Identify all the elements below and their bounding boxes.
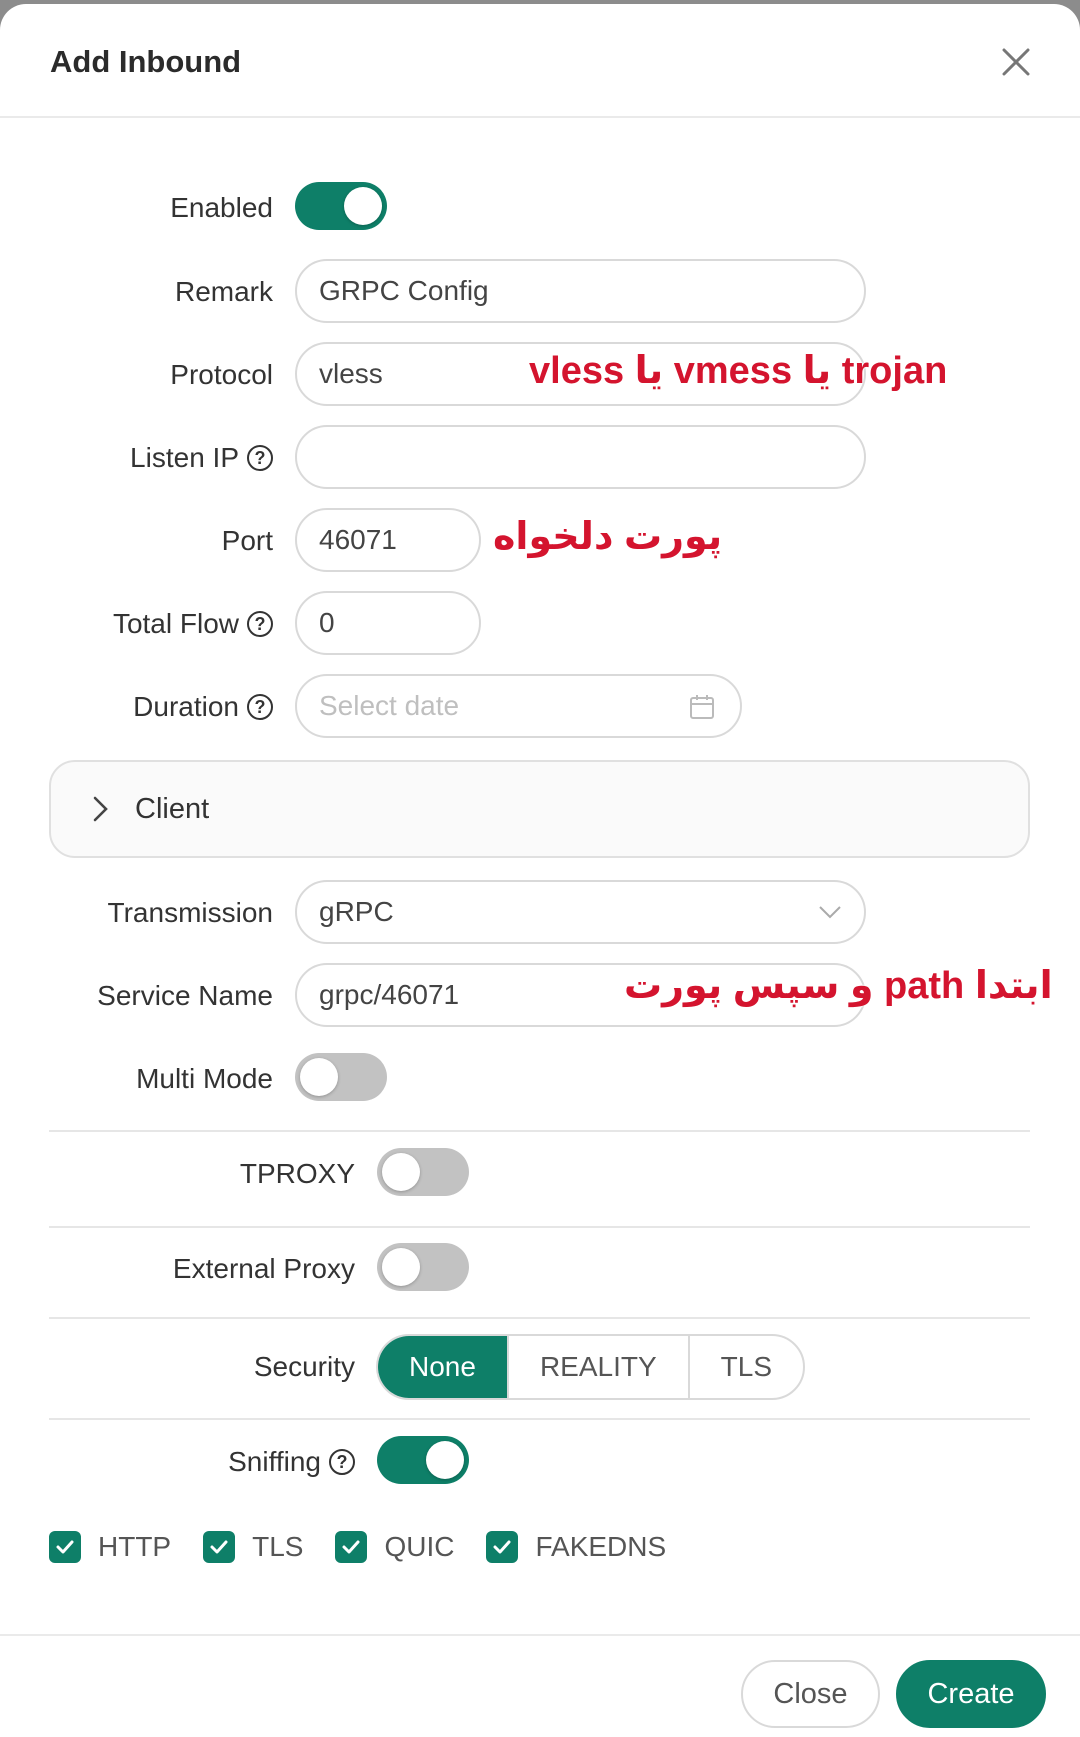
- divider: [49, 1130, 1030, 1132]
- transmission-value: gRPC: [319, 896, 394, 927]
- sniffing-checkbox-fakedns[interactable]: FAKEDNS: [486, 1527, 666, 1567]
- client-collapse-header[interactable]: Client: [49, 760, 1030, 858]
- security-option-tls[interactable]: TLS: [687, 1336, 803, 1398]
- total-flow-label: Total Flow: [112, 608, 239, 639]
- protocol-row: Protocol vless trojan یا vmess یا vless: [0, 342, 1080, 408]
- security-option-none[interactable]: None: [378, 1336, 507, 1398]
- external-proxy-row: External Proxy: [0, 1236, 1080, 1302]
- sniffing-options: HTTP TLS QUIC FAKEDNS: [49, 1527, 698, 1567]
- external-proxy-label: External Proxy: [172, 1253, 355, 1284]
- port-input[interactable]: 46071: [295, 508, 481, 572]
- port-annotation: پورت دلخواه: [493, 516, 723, 558]
- footer-divider: [0, 1634, 1080, 1636]
- duration-label-group: Duration ?: [133, 674, 273, 740]
- listen-ip-label-group: Listen IP ?: [130, 425, 273, 491]
- checkbox-label: TLS: [252, 1531, 304, 1562]
- listen-ip-label: Listen IP: [130, 442, 239, 473]
- sniffing-checkbox-tls[interactable]: TLS: [203, 1527, 303, 1567]
- client-label: Client: [135, 793, 210, 825]
- protocol-annotation: trojan یا vmess یا vless: [529, 350, 948, 392]
- toggle-knob: [344, 187, 382, 225]
- protocol-label: Protocol: [170, 359, 273, 390]
- remark-row: Remark GRPC Config: [0, 259, 1080, 325]
- question-circle-icon[interactable]: ?: [247, 694, 273, 720]
- sniffing-toggle[interactable]: [377, 1436, 469, 1484]
- enabled-toggle[interactable]: [295, 182, 387, 230]
- calendar-icon: [690, 695, 714, 719]
- checkbox-label: HTTP: [98, 1531, 172, 1562]
- duration-label: Duration: [133, 691, 239, 722]
- chevron-right-icon: [93, 796, 108, 822]
- chevron-down-icon: [819, 906, 841, 919]
- dialog-title: Add Inbound: [50, 44, 242, 79]
- transmission-select[interactable]: gRPC: [295, 880, 866, 944]
- total-flow-row: Total Flow ? 0: [0, 591, 1080, 657]
- remark-label: Remark: [174, 276, 273, 307]
- multi-mode-row: Multi Mode: [0, 1046, 1080, 1112]
- dialog-header: Add Inbound: [0, 4, 1080, 118]
- duration-row: Duration ? Select date: [0, 674, 1080, 740]
- transmission-label: Transmission: [107, 897, 273, 928]
- toggle-knob: [382, 1153, 420, 1191]
- service-name-row: Service Name grpc/46071 ابتدا path و سپس…: [0, 963, 1080, 1029]
- check-icon: [486, 1531, 519, 1563]
- sniffing-row: Sniffing ?: [0, 1429, 1080, 1495]
- question-circle-icon[interactable]: ?: [247, 445, 273, 471]
- service-name-annotation: ابتدا path و سپس پورت: [624, 965, 1053, 1007]
- port-row: Port 46071 پورت دلخواه: [0, 508, 1080, 574]
- multi-mode-label: Multi Mode: [136, 1063, 273, 1094]
- multi-mode-toggle[interactable]: [295, 1053, 387, 1101]
- security-option-reality[interactable]: REALITY: [506, 1336, 688, 1398]
- security-row: Security None REALITY TLS: [0, 1334, 1080, 1400]
- remark-input[interactable]: GRPC Config: [295, 259, 866, 323]
- question-circle-icon[interactable]: ?: [247, 611, 273, 637]
- tproxy-label: TPROXY: [239, 1158, 355, 1189]
- security-label: Security: [253, 1351, 355, 1382]
- toggle-knob: [300, 1058, 338, 1096]
- checkbox-label: QUIC: [384, 1531, 455, 1562]
- add-inbound-dialog: Add Inbound Enabled Remark GRPC Config P…: [0, 4, 1080, 1737]
- duration-date-picker[interactable]: Select date: [295, 674, 742, 738]
- toggle-knob: [382, 1248, 420, 1286]
- tproxy-toggle[interactable]: [377, 1148, 469, 1196]
- create-button[interactable]: Create: [896, 1660, 1046, 1728]
- enabled-label: Enabled: [170, 192, 273, 223]
- total-flow-input[interactable]: 0: [295, 591, 481, 655]
- check-icon: [49, 1531, 81, 1563]
- external-proxy-toggle[interactable]: [377, 1243, 469, 1291]
- port-label: Port: [221, 525, 273, 556]
- close-icon[interactable]: [992, 38, 1040, 86]
- check-icon: [203, 1531, 236, 1563]
- divider: [49, 1226, 1030, 1228]
- checkbox-label: FAKEDNS: [535, 1531, 667, 1562]
- sniffing-label: Sniffing: [228, 1446, 321, 1477]
- tproxy-row: TPROXY: [0, 1141, 1080, 1207]
- listen-ip-row: Listen IP ?: [0, 425, 1080, 491]
- transmission-row: Transmission gRPC: [0, 880, 1080, 946]
- sniffing-label-group: Sniffing ?: [228, 1429, 355, 1495]
- toggle-knob: [426, 1441, 464, 1479]
- question-circle-icon[interactable]: ?: [329, 1449, 355, 1475]
- divider: [49, 1418, 1030, 1420]
- enabled-row: Enabled: [0, 175, 1080, 241]
- total-flow-label-group: Total Flow ?: [113, 591, 273, 657]
- close-button[interactable]: Close: [741, 1660, 880, 1728]
- sniffing-checkbox-http[interactable]: HTTP: [49, 1527, 171, 1567]
- listen-ip-input[interactable]: [295, 425, 866, 489]
- check-icon: [335, 1531, 368, 1563]
- sniffing-checkbox-quic[interactable]: QUIC: [335, 1527, 454, 1567]
- duration-placeholder: Select date: [319, 690, 460, 721]
- divider: [49, 1317, 1030, 1319]
- service-name-label: Service Name: [97, 980, 273, 1011]
- security-segmented-control: None REALITY TLS: [376, 1334, 805, 1400]
